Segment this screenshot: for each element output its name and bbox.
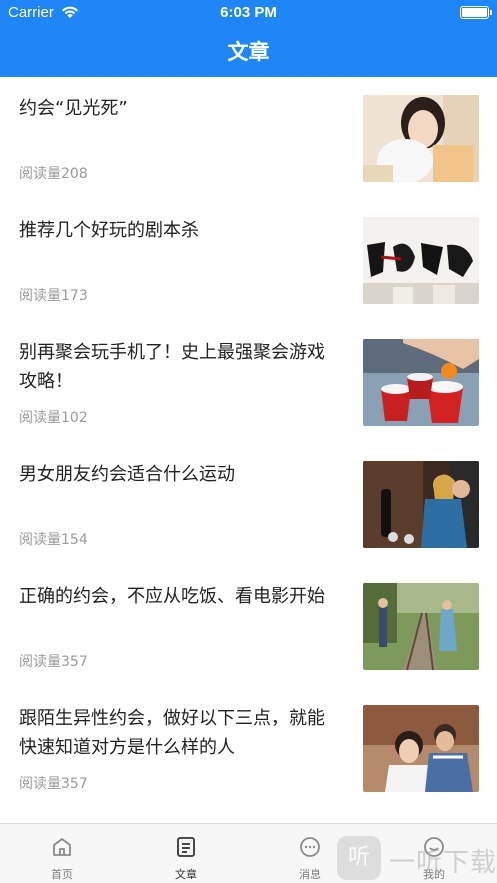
status-bar: Carrier 6:03 PM: [0, 0, 497, 26]
calligraphy-photo: [363, 217, 479, 304]
article-views: 阅读量357: [19, 776, 88, 792]
couple-railway-photo: [363, 583, 479, 670]
couple-skateboard-photo: [363, 461, 479, 548]
article-views: 阅读量357: [19, 654, 88, 670]
article-thumbnail: [363, 461, 479, 548]
article-item[interactable]: 别再聚会玩手机了！史上最强聚会游戏攻略！ 阅读量102: [0, 321, 497, 443]
tab-label: 文章: [175, 868, 197, 881]
article-thumbnail: [363, 217, 479, 304]
article-item[interactable]: 跟陌生异性约会，做好以下三点，就能快速知道对方是什么样的人 阅读量357: [0, 687, 497, 809]
article-item[interactable]: 推荐几个好玩的剧本杀 阅读量173: [0, 199, 497, 321]
tab-home[interactable]: 首页: [0, 824, 124, 883]
article-item[interactable]: 正确的约会，不应从吃饭、看电影开始 阅读量357: [0, 565, 497, 687]
article-views: 阅读量208: [19, 166, 88, 182]
article-thumbnail: [363, 339, 479, 426]
article-thumbnail: [363, 95, 479, 182]
woman-with-balloon-photo: [363, 95, 479, 182]
battery-icon: [460, 6, 492, 19]
article-views: 阅读量173: [19, 288, 88, 304]
watermark: 听 一听下载: [337, 836, 497, 883]
article-icon: [177, 837, 195, 857]
article-item[interactable]: 男女朋友约会适合什么运动 阅读量154: [0, 443, 497, 565]
message-icon: [300, 837, 320, 857]
article-item[interactable]: 约会“见光死” 阅读量208: [0, 77, 497, 199]
article-views: 阅读量154: [19, 532, 88, 548]
article-thumbnail: [363, 583, 479, 670]
tab-articles[interactable]: 文章: [124, 824, 248, 883]
article-thumbnail: [363, 705, 479, 792]
watermark-text: 一听下载: [389, 848, 497, 878]
article-title: 推荐几个好玩的剧本杀: [19, 220, 199, 241]
couple-laughing-photo: [363, 705, 479, 792]
article-views: 阅读量102: [19, 410, 88, 426]
article-title: 约会“见光死”: [19, 98, 128, 119]
home-icon: [53, 838, 71, 856]
nav-header: Carrier 6:03 PM 文章: [0, 0, 497, 77]
article-title: 正确的约会，不应从吃饭、看电影开始: [19, 586, 325, 607]
article-title: 别再聚会玩手机了！史上最强聚会游戏攻略！: [19, 342, 325, 392]
status-time: 6:03 PM: [220, 4, 277, 21]
article-list: 约会“见光死” 阅读量208 推荐几个好玩的剧本杀 阅读量173 别再聚会玩手机…: [0, 77, 497, 823]
tab-label: 首页: [51, 868, 73, 881]
beer-pong-cups-photo: [363, 339, 479, 426]
article-title: 跟陌生异性约会，做好以下三点，就能快速知道对方是什么样的人: [19, 708, 325, 758]
watermark-badge: 听: [337, 836, 381, 880]
article-title: 男女朋友约会适合什么运动: [19, 464, 235, 485]
page-title: 文章: [227, 40, 270, 64]
